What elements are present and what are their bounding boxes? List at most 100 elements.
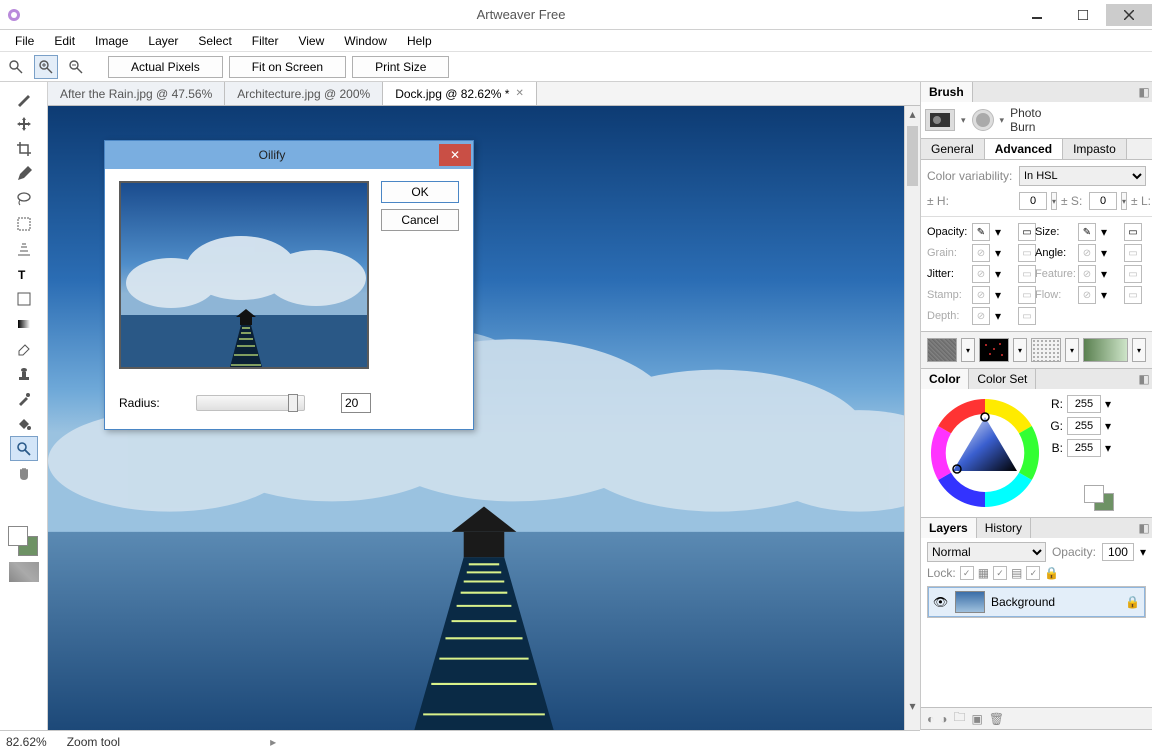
texture-thumbnail[interactable] <box>9 562 39 582</box>
color-swatches[interactable] <box>8 526 40 558</box>
color-wheel[interactable] <box>927 395 1043 511</box>
layer-mask-icon[interactable]: ◐ <box>927 712 934 726</box>
panel-dock-icon[interactable]: ◧ <box>1136 518 1152 538</box>
move-tool[interactable] <box>10 111 38 136</box>
dropdown-icon[interactable]: ▾ <box>995 246 1015 260</box>
menu-image[interactable]: Image <box>86 32 137 50</box>
h-input[interactable] <box>1019 192 1047 210</box>
scrollbar-thumb[interactable] <box>907 126 918 186</box>
dropdown-icon[interactable]: ▾ <box>1101 246 1121 260</box>
menu-window[interactable]: Window <box>335 32 396 50</box>
crop-tool[interactable] <box>10 136 38 161</box>
document-tab-active[interactable]: Dock.jpg @ 82.62% *✕ <box>383 82 537 105</box>
r-input[interactable] <box>1067 395 1101 413</box>
zoom-fit-icon[interactable] <box>4 55 28 79</box>
actual-pixels-button[interactable]: Actual Pixels <box>108 56 223 78</box>
menu-filter[interactable]: Filter <box>243 32 288 50</box>
s-input[interactable] <box>1089 192 1117 210</box>
scroll-down-icon[interactable]: ▾ <box>905 698 920 714</box>
dropdown-icon[interactable]: ▾ <box>995 267 1015 281</box>
dropdown-icon[interactable]: ▾ <box>1101 225 1121 239</box>
layer-opacity-input[interactable] <box>1102 543 1134 561</box>
dropdown-icon[interactable]: ▾ <box>1101 267 1121 281</box>
lock-checkbox[interactable]: ✓ <box>993 566 1007 580</box>
ok-button[interactable]: OK <box>381 181 459 203</box>
zoom-in-icon[interactable] <box>34 55 58 79</box>
texture-swatch[interactable] <box>927 338 957 362</box>
brush-subtab-advanced[interactable]: Advanced <box>985 139 1063 159</box>
dropper-tool[interactable] <box>10 386 38 411</box>
stamp-tool[interactable] <box>10 361 38 386</box>
lock-checkbox[interactable]: ✓ <box>960 566 974 580</box>
delete-layer-icon[interactable]: 🗑 <box>989 712 1004 726</box>
print-size-button[interactable]: Print Size <box>352 56 449 78</box>
menu-view[interactable]: View <box>289 32 333 50</box>
size-expr-icon[interactable]: ✎ <box>1078 223 1096 241</box>
brush-preview-icon[interactable] <box>972 109 994 131</box>
dropdown-icon[interactable]: ▾ <box>995 288 1015 302</box>
dropdown-icon[interactable]: ▾ <box>1105 441 1111 455</box>
primary-color-swatch[interactable] <box>1084 485 1104 503</box>
b-input[interactable] <box>1067 439 1101 457</box>
color-dual-swatch[interactable] <box>1084 485 1116 511</box>
new-folder-icon[interactable]: 🗀 <box>954 708 966 729</box>
radius-slider[interactable] <box>196 395 305 411</box>
toggle-icon[interactable]: ▭ <box>1018 223 1036 241</box>
dialog-title-bar[interactable]: Oilify ✕ <box>105 141 473 169</box>
layers-tab[interactable]: Layers <box>921 518 977 538</box>
bucket-tool[interactable] <box>10 411 38 436</box>
dropdown-icon[interactable]: ▾ <box>1132 338 1146 362</box>
close-tab-icon[interactable]: ✕ <box>515 88 523 99</box>
minimize-button[interactable] <box>1014 4 1060 26</box>
menu-layer[interactable]: Layer <box>139 32 187 50</box>
history-tab[interactable]: History <box>977 518 1031 538</box>
panel-dock-icon[interactable]: ◧ <box>1136 82 1152 102</box>
hand-tool[interactable] <box>10 461 38 486</box>
menu-select[interactable]: Select <box>189 32 240 50</box>
lock-checkbox[interactable]: ✓ <box>1026 566 1040 580</box>
scroll-up-icon[interactable]: ▴ <box>905 106 920 122</box>
g-input[interactable] <box>1067 417 1101 435</box>
selection-tool[interactable] <box>10 211 38 236</box>
opacity-expr-icon[interactable]: ✎ <box>972 223 990 241</box>
dropdown-icon[interactable]: ▾ <box>1105 397 1111 411</box>
fit-on-screen-button[interactable]: Fit on Screen <box>229 56 346 78</box>
dot-swatch[interactable] <box>1031 338 1061 362</box>
color-variability-select[interactable]: In HSL <box>1019 166 1146 186</box>
new-layer-icon[interactable]: ▣ <box>972 712 983 726</box>
menu-help[interactable]: Help <box>398 32 441 50</box>
dropdown-icon[interactable]: ▾ <box>961 338 975 362</box>
toggle-icon[interactable]: ▭ <box>1124 223 1142 241</box>
dropdown-icon[interactable]: ▾ <box>1105 419 1111 433</box>
blend-mode-select[interactable]: Normal <box>927 542 1046 562</box>
pencil-tool[interactable] <box>10 161 38 186</box>
vertical-scrollbar[interactable]: ▴ ▾ <box>904 106 920 730</box>
splatter-swatch[interactable] <box>979 338 1009 362</box>
radius-input[interactable] <box>341 393 371 413</box>
status-expand-icon[interactable]: ▸ <box>270 735 276 749</box>
maximize-button[interactable] <box>1060 4 1106 26</box>
text-tool[interactable]: T <box>10 261 38 286</box>
brush-subtab-general[interactable]: General <box>921 139 985 159</box>
gradient-swatch[interactable] <box>1083 338 1128 362</box>
layer-item[interactable]: 👁 Background 🔒 <box>928 587 1145 617</box>
brush-tool[interactable] <box>10 86 38 111</box>
dialog-close-button[interactable]: ✕ <box>439 144 471 166</box>
brush-category-icon[interactable] <box>925 109 955 131</box>
dropdown-icon[interactable]: ▾ <box>1065 338 1079 362</box>
color-set-tab[interactable]: Color Set <box>969 369 1036 389</box>
dropdown-icon[interactable]: ▾ <box>1121 192 1127 210</box>
dropdown-icon[interactable]: ▾ <box>995 225 1015 239</box>
dropdown-icon[interactable]: ▾ <box>995 309 1015 323</box>
zoom-out-icon[interactable] <box>64 55 88 79</box>
panel-dock-icon[interactable]: ◧ <box>1136 369 1152 389</box>
document-tab[interactable]: After the Rain.jpg @ 47.56% <box>48 82 225 105</box>
zoom-tool[interactable] <box>10 436 38 461</box>
cancel-button[interactable]: Cancel <box>381 209 459 231</box>
visibility-icon[interactable]: 👁 <box>933 595 949 609</box>
dropdown-icon[interactable]: ▾ <box>1101 288 1121 302</box>
color-tab[interactable]: Color <box>921 369 969 389</box>
slider-knob[interactable] <box>288 394 298 412</box>
brush-panel-tab[interactable]: Brush <box>921 82 973 102</box>
foreground-color-swatch[interactable] <box>8 526 28 546</box>
